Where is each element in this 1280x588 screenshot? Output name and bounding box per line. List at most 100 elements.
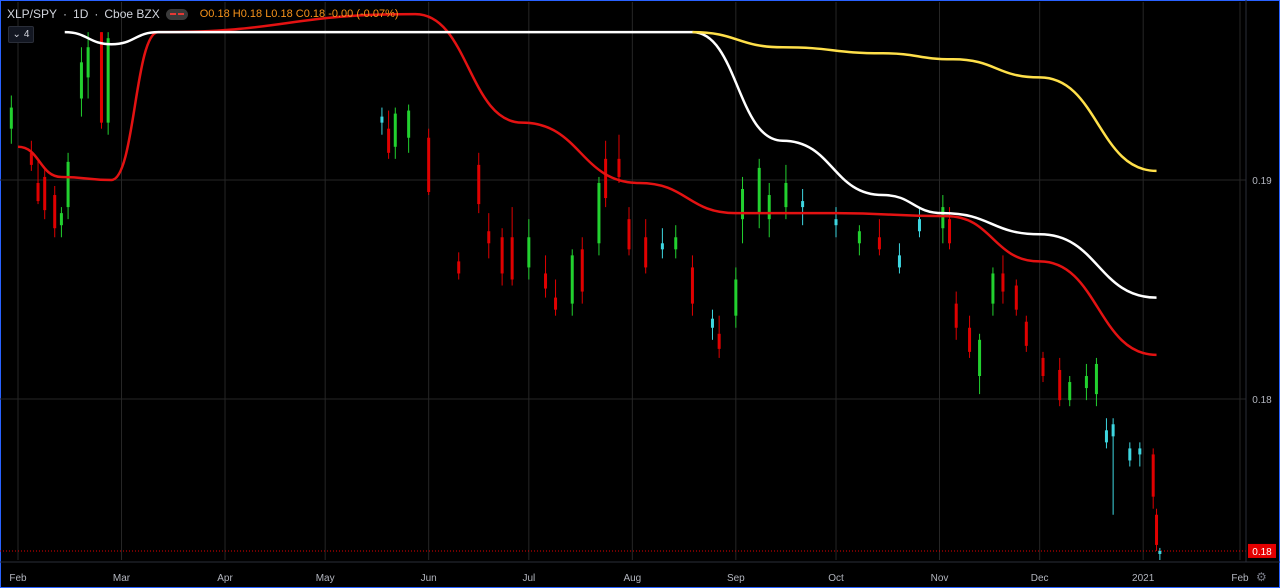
candle-body	[1014, 285, 1018, 310]
candle-body	[1058, 369, 1062, 401]
candle-body	[1001, 273, 1005, 292]
candle-body	[897, 255, 901, 268]
candle-body	[627, 219, 631, 250]
interval-label[interactable]: 1D	[73, 7, 88, 21]
candle-body	[477, 164, 481, 205]
candle-body	[79, 62, 83, 99]
candle-body	[43, 176, 47, 211]
candle-body	[99, 32, 103, 123]
exchange-separator: ·	[94, 7, 99, 21]
price-chart[interactable]: Feb Mar Apr May Jun Jul Aug Sep Oct Nov Dec 2021 Feb…	[0, 0, 1280, 588]
y-tick-label: 0.19	[1252, 176, 1272, 187]
x-tick-label: Oct	[828, 573, 844, 584]
candle-body	[487, 231, 491, 244]
candle-body	[544, 273, 548, 289]
x-tick-label: Apr	[217, 573, 233, 584]
indicator-count: 4	[23, 29, 30, 40]
candle-body	[1084, 376, 1088, 389]
candle-body	[948, 219, 952, 244]
time-axis[interactable]: Feb Mar Apr May Jun Jul Aug Sep Oct Nov Dec 2021 Feb	[0, 561, 1280, 584]
eye-icon[interactable]	[165, 8, 188, 20]
ohlc-values: O0.18 H0.18 L0.18 C0.18 -0.00 (-0.07%)	[200, 8, 399, 20]
price-axis[interactable]: 0.19 0.18 0.18	[1245, 0, 1276, 562]
candle-body	[617, 158, 621, 177]
candle-body	[991, 273, 995, 304]
change-value: -0.00 (-0.07%)	[328, 8, 399, 20]
x-tick-label: 2021	[1132, 573, 1155, 584]
indicators-collapse-button[interactable]: ⌄ 4	[8, 26, 34, 43]
x-tick-label: May	[316, 573, 335, 584]
candle-body	[1094, 363, 1098, 395]
x-tick-label: Feb	[1231, 573, 1249, 584]
moving-averages	[17, 12, 1157, 357]
candle-body	[36, 182, 40, 202]
low-value: L0.18	[265, 8, 293, 20]
candle-body	[407, 110, 411, 138]
candle-body	[106, 38, 110, 123]
x-tick-label: Dec	[1031, 573, 1049, 584]
candle-body	[1111, 424, 1115, 437]
candle-body	[674, 237, 678, 250]
symbol-label[interactable]: XLP/SPY	[7, 7, 57, 21]
x-tick-label: Aug	[623, 573, 641, 584]
candle-body	[570, 255, 574, 304]
candle-body	[580, 249, 584, 292]
candle-body	[767, 195, 771, 220]
candle-body	[710, 318, 714, 328]
candle-body	[801, 201, 805, 208]
candle-body	[1104, 430, 1108, 443]
candle-body	[86, 47, 90, 78]
candle-body	[554, 297, 558, 310]
candle-body	[741, 189, 745, 220]
candle-body	[877, 237, 881, 250]
candle-body	[690, 267, 694, 304]
candle-body	[978, 339, 982, 377]
candle-body	[53, 195, 57, 229]
candle-body	[660, 243, 664, 250]
candles	[9, 32, 1162, 560]
candle-body	[597, 182, 601, 244]
open-value: O0.18	[199, 8, 230, 20]
x-tick-label: Mar	[113, 573, 131, 584]
close-value: C0.18	[295, 8, 326, 20]
y-tick-label: 0.18	[1252, 395, 1272, 406]
x-tick-label: Sep	[727, 573, 745, 584]
candle-body	[9, 107, 13, 129]
candle-body	[1128, 448, 1132, 461]
candle-body	[1068, 382, 1072, 401]
candle-body	[834, 219, 838, 226]
candle-body	[527, 237, 531, 268]
x-tick-label: Jul	[522, 573, 535, 584]
candle-body	[393, 113, 397, 147]
candle-body	[1155, 514, 1159, 545]
gear-icon[interactable]: ⚙	[1256, 570, 1267, 584]
candle-body	[1158, 550, 1162, 554]
x-tick-label: Nov	[931, 573, 949, 584]
candle-body	[427, 137, 431, 193]
candle-body	[1151, 454, 1155, 497]
candle-body	[387, 128, 391, 153]
candle-body	[784, 182, 788, 208]
candle-body	[717, 333, 721, 349]
candle-body	[757, 167, 761, 214]
candle-body	[510, 237, 514, 280]
candle-body	[1041, 357, 1045, 377]
candle-body	[500, 237, 504, 274]
candle-body	[66, 161, 70, 208]
candle-body	[1024, 321, 1028, 346]
moving-average-line	[692, 30, 1157, 173]
candle-body	[1138, 448, 1142, 455]
symbol-legend[interactable]: XLP/SPY · 1D · Cboe BZX O0.18 H0.18 L0.1…	[7, 6, 399, 22]
candle-body	[457, 261, 461, 274]
moving-average-line	[64, 30, 1157, 299]
candle-body	[644, 237, 648, 268]
candle-body	[380, 116, 384, 123]
last-price-label: 0.18	[1252, 547, 1272, 558]
candle-body	[968, 327, 972, 352]
candle-body	[954, 303, 958, 328]
candle-body	[59, 213, 63, 226]
candle-body	[917, 219, 921, 232]
grid-lines	[0, 2, 1246, 560]
candle-body	[941, 207, 945, 229]
interval-separator: ·	[63, 7, 68, 21]
